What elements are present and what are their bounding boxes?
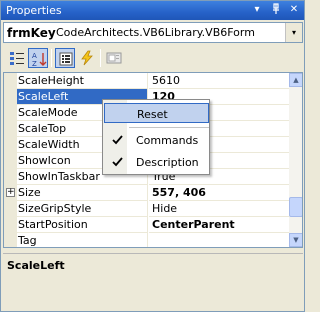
auto-hide-pin-icon[interactable] bbox=[269, 3, 283, 17]
menu-item-label: Description bbox=[136, 156, 199, 169]
object-name: frmKey bbox=[7, 26, 56, 40]
object-selector[interactable]: frmKey CodeArchitects.VB6Library.VB6Form… bbox=[3, 22, 303, 43]
property-value[interactable]: 557, 406 bbox=[149, 185, 289, 201]
categorized-button[interactable] bbox=[7, 48, 27, 68]
property-value[interactable]: CenterParent bbox=[149, 217, 289, 233]
properties-button[interactable] bbox=[55, 48, 75, 68]
svg-text:A: A bbox=[32, 52, 37, 60]
menu-item-commands[interactable]: Commands bbox=[104, 130, 209, 150]
property-name: Tag bbox=[17, 233, 148, 247]
events-icon bbox=[81, 50, 93, 66]
menu-item-label: Commands bbox=[136, 134, 199, 147]
scroll-up-icon[interactable]: ▲ bbox=[289, 73, 302, 87]
alphabetical-icon: A Z bbox=[32, 52, 47, 67]
events-button[interactable] bbox=[77, 48, 97, 68]
checkmark-icon bbox=[112, 135, 123, 145]
menu-separator bbox=[129, 127, 209, 128]
close-icon[interactable]: ✕ bbox=[287, 3, 301, 17]
svg-text:Z: Z bbox=[32, 60, 37, 67]
menu-item-reset[interactable]: Reset bbox=[104, 103, 209, 123]
toolbar-separator bbox=[100, 49, 101, 67]
property-row[interactable]: SizeGripStyle Hide bbox=[4, 201, 289, 217]
property-name: ScaleHeight bbox=[17, 73, 148, 89]
property-row[interactable]: StartPosition CenterParent bbox=[4, 217, 289, 233]
menu-item-label: Reset bbox=[137, 108, 168, 121]
menu-item-description[interactable]: Description bbox=[104, 152, 209, 172]
expand-icon[interactable]: + bbox=[6, 188, 15, 197]
property-pages-button[interactable] bbox=[104, 48, 124, 68]
property-name: Size bbox=[17, 185, 148, 201]
scroll-thumb[interactable] bbox=[289, 197, 302, 217]
properties-window: Properties ▾ ✕ frmKey CodeArchitects.VB6… bbox=[0, 0, 305, 312]
categorized-icon bbox=[10, 52, 24, 65]
property-row[interactable]: + Size 557, 406 bbox=[4, 185, 289, 201]
window-position-dropdown-icon[interactable]: ▾ bbox=[250, 3, 264, 17]
description-pane: ScaleLeft bbox=[3, 253, 303, 310]
object-type: CodeArchitects.VB6Library.VB6Form bbox=[56, 26, 255, 39]
context-menu: Reset Commands Description bbox=[102, 99, 210, 175]
property-pages-icon bbox=[106, 52, 122, 64]
window-title: Properties bbox=[6, 4, 62, 17]
chevron-down-icon[interactable]: ▾ bbox=[285, 23, 302, 42]
toolbar-separator bbox=[51, 49, 52, 67]
description-title: ScaleLeft bbox=[7, 259, 65, 272]
vertical-scrollbar[interactable]: ▲ ▼ bbox=[289, 73, 302, 247]
scroll-down-icon[interactable]: ▼ bbox=[289, 233, 302, 247]
property-row[interactable]: Tag bbox=[4, 233, 289, 247]
property-value[interactable]: Hide bbox=[149, 201, 289, 217]
property-value[interactable] bbox=[149, 233, 289, 247]
checkmark-icon bbox=[112, 157, 123, 167]
property-value[interactable]: 5610 bbox=[149, 73, 289, 89]
property-name: SizeGripStyle bbox=[17, 201, 148, 217]
property-toolbar: A Z bbox=[3, 46, 303, 70]
property-name: StartPosition bbox=[17, 217, 148, 233]
property-row[interactable]: ScaleHeight 5610 bbox=[4, 73, 289, 89]
properties-icon bbox=[59, 52, 73, 66]
alphabetical-button[interactable]: A Z bbox=[28, 48, 48, 68]
title-bar[interactable]: Properties ▾ ✕ bbox=[1, 1, 304, 20]
